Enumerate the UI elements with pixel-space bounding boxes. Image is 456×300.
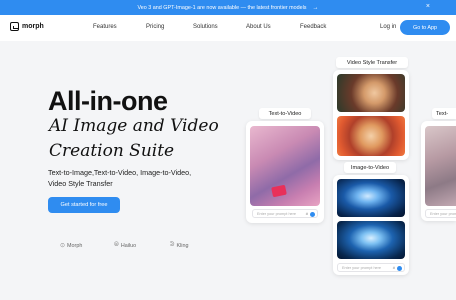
go-to-app-button[interactable]: Go to App [400, 20, 450, 35]
video-style-transfer-label: Video Style Transfer [336, 57, 408, 68]
partner-label: Kling [176, 242, 189, 249]
text-to-image-label-partial: Text- [432, 108, 456, 119]
partner-kling: ᕲ Kling [170, 242, 188, 249]
announcement-text: Veo 3 and GPT-Image-1 are now available … [137, 4, 307, 11]
morph-partner-icon: ⊙ [60, 243, 66, 249]
partner-label: Morph [67, 242, 83, 249]
nav-link-solutions[interactable]: Solutions [193, 24, 218, 30]
video-style-transfer-card[interactable] [333, 70, 409, 160]
image-to-video-card[interactable]: Enter your prompt here # [333, 175, 409, 275]
send-icon[interactable] [397, 265, 402, 271]
hash-icon: # [392, 265, 395, 270]
nav-link-features[interactable]: Features [93, 24, 117, 30]
text-to-video-prompt-input[interactable]: Enter your prompt here # [252, 209, 318, 218]
hash-icon: # [305, 211, 308, 216]
text-to-video-card[interactable]: Enter your prompt here # [246, 121, 324, 223]
hailuo-partner-icon: ⦾ [114, 242, 119, 248]
arrow-right-icon: → [312, 4, 319, 11]
hero-subtitle-line-1: Text-to-Image,Text-to-Video, Image-to-Vi… [48, 168, 192, 177]
hero-title: All-in-one [48, 86, 168, 116]
nav-link-feedback[interactable]: Feedback [300, 24, 326, 30]
partner-label: Hailuo [120, 242, 137, 249]
hero-subtitle-line-2: Video Style Transfer [48, 179, 113, 188]
hero-script-line-2: Creation Suite [49, 141, 175, 161]
preview-accent-shape [271, 184, 287, 198]
image-to-video-label: Image-to-Video [344, 162, 396, 173]
partial-card-prompt-input[interactable]: Enter your prompt here [425, 209, 456, 218]
partial-card-preview [425, 126, 456, 206]
text-to-video-label: Text-to-Video [259, 108, 311, 119]
close-icon[interactable]: × [426, 3, 430, 11]
get-started-button[interactable]: Get started for free [48, 197, 120, 213]
login-link[interactable]: Log in [380, 24, 396, 30]
partial-card[interactable]: Enter your prompt here [421, 121, 456, 221]
morph-logo-icon [10, 22, 19, 31]
kling-partner-icon: ᕲ [170, 242, 175, 248]
nav-link-pricing[interactable]: Pricing [146, 24, 164, 30]
top-nav: morph Features Pricing Solutions About U… [0, 15, 456, 41]
hero-script-line-1: AI Image and Video [49, 116, 219, 136]
image-to-video-prompt-input[interactable]: Enter your prompt here # [337, 263, 405, 272]
announcement-bar[interactable]: Veo 3 and GPT-Image-1 are now available … [0, 0, 456, 15]
partner-hailuo: ⦾ Hailuo [114, 242, 136, 249]
nav-link-about-us[interactable]: About Us [246, 24, 271, 30]
text-to-video-preview [250, 126, 320, 206]
logo-text: morph [22, 23, 44, 30]
send-icon[interactable] [310, 211, 315, 217]
style-transfer-preview-original [337, 74, 405, 112]
logo[interactable]: morph [10, 22, 44, 31]
jellyfish-video-preview [337, 221, 405, 259]
style-transfer-preview-styled [337, 116, 405, 156]
partner-morph: ⊙ Morph [60, 242, 83, 250]
jellyfish-image-preview [337, 179, 405, 217]
